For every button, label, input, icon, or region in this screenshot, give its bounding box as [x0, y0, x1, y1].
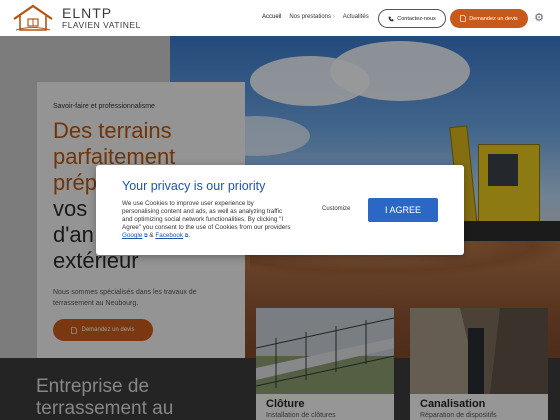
main-nav: Accueil Nos prestations › Actualités	[262, 14, 369, 20]
brand[interactable]: ELNTP FLAVIEN VATINEL	[62, 6, 141, 31]
facebook-link[interactable]: Facebook	[155, 232, 183, 239]
modal-text: We use Cookies to improve user experienc…	[122, 200, 292, 240]
devis-header-label: Demandez un devis	[469, 15, 518, 22]
google-link[interactable]: Google	[122, 232, 142, 239]
chevron-right-icon: ›	[333, 14, 335, 20]
contact-button-label: Contactez-nous	[397, 15, 436, 22]
modal-text-body: We use Cookies to improve user experienc…	[122, 200, 291, 231]
phone-icon	[388, 16, 394, 21]
customize-button[interactable]: Customize	[322, 206, 350, 212]
cookie-consent-modal: Your privacy is our priority We use Cook…	[96, 165, 464, 255]
site-header: ELNTP FLAVIEN VATINEL Accueil Nos presta…	[0, 0, 560, 36]
modal-title: Your privacy is our priority	[122, 179, 266, 193]
house-roof-logo-icon[interactable]	[12, 3, 54, 33]
contact-button[interactable]: Contactez-nous	[378, 9, 446, 28]
nav-item-actualites[interactable]: Actualités	[343, 14, 369, 20]
devis-header-button[interactable]: Demandez un devis	[450, 9, 528, 28]
nav-item-prestations-label: Nos prestations	[289, 14, 332, 20]
nav-item-accueil[interactable]: Accueil	[262, 14, 281, 20]
document-icon	[460, 15, 466, 22]
modal-text-end: .	[188, 232, 191, 239]
nav-item-prestations[interactable]: Nos prestations ›	[289, 14, 334, 20]
gear-icon[interactable]: ⚙	[532, 11, 546, 25]
agree-button[interactable]: I AGREE	[368, 198, 438, 222]
brand-name: ELNTP	[62, 5, 113, 21]
brand-subtitle: FLAVIEN VATINEL	[62, 20, 141, 30]
